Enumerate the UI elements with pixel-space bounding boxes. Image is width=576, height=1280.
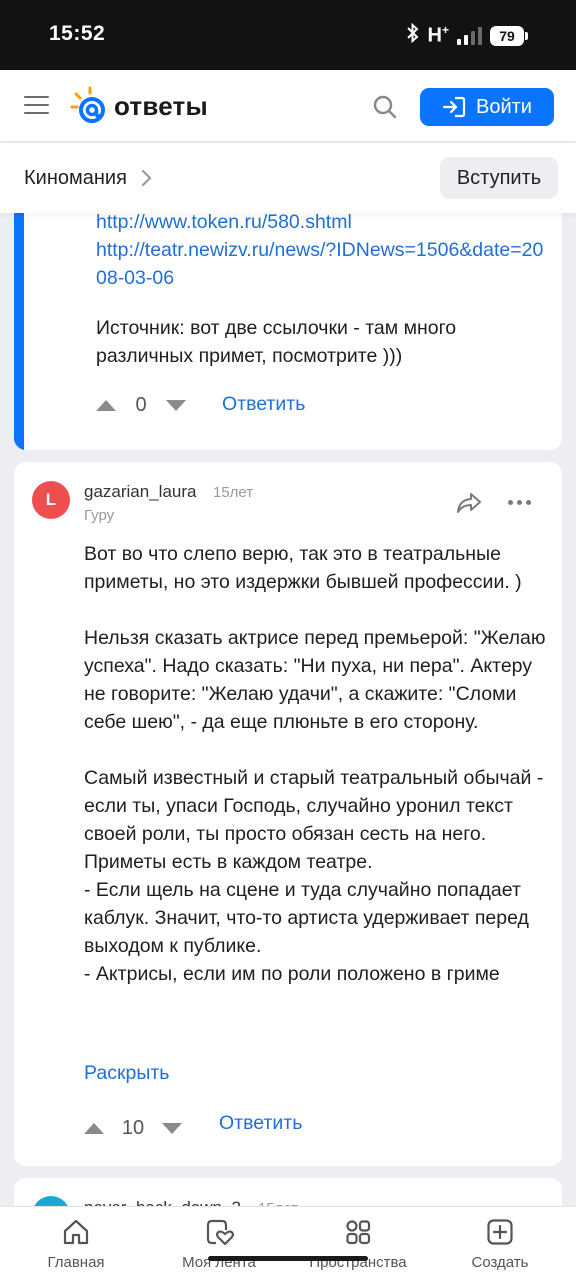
vote-widget: 0 bbox=[96, 394, 186, 417]
expand-button[interactable]: Раскрыть bbox=[84, 1062, 169, 1085]
search-icon[interactable] bbox=[372, 94, 398, 120]
nav-home-label: Главная bbox=[47, 1254, 105, 1271]
chevron-right-icon[interactable] bbox=[140, 169, 152, 193]
more-options-icon[interactable] bbox=[508, 500, 531, 505]
home-indicator[interactable] bbox=[208, 1256, 368, 1261]
bluetooth-icon bbox=[406, 22, 420, 48]
spaces-icon bbox=[346, 1220, 371, 1245]
join-button[interactable]: Вступить bbox=[440, 157, 558, 199]
community-name[interactable]: Киномания bbox=[24, 167, 127, 190]
downvote-icon[interactable] bbox=[162, 1123, 182, 1134]
source-link-1[interactable]: http://www.token.ru/580.shtml bbox=[96, 211, 352, 233]
answer-paragraph: Вот во что слепо верю, так это в театрал… bbox=[84, 543, 522, 593]
vote-count: 0 bbox=[135, 394, 147, 416]
create-icon bbox=[487, 1219, 513, 1245]
nav-create[interactable]: Создать bbox=[440, 1217, 560, 1271]
share-icon[interactable] bbox=[456, 492, 482, 514]
nav-home[interactable]: Главная bbox=[16, 1217, 136, 1271]
network-type: H+ bbox=[427, 23, 449, 47]
home-icon bbox=[63, 1219, 89, 1245]
reply-button[interactable]: Ответить bbox=[219, 1112, 302, 1135]
logo-icon bbox=[70, 86, 105, 123]
username[interactable]: gazarian_laura bbox=[84, 482, 196, 502]
nav-create-label: Создать bbox=[471, 1254, 529, 1271]
upvote-icon[interactable] bbox=[96, 400, 116, 411]
answer-text: Вот во что слепо верю, так это в театрал… bbox=[84, 540, 546, 1060]
answer-paragraph: Самый известный и старый театральный обы… bbox=[84, 767, 544, 985]
status-time: 15:52 bbox=[49, 22, 106, 45]
vote-widget: 10 bbox=[84, 1117, 182, 1140]
text-fade bbox=[84, 990, 546, 1060]
nav-spaces[interactable]: Пространства bbox=[298, 1217, 418, 1271]
bottom-nav: Главная Моя лента Пространства Создать bbox=[0, 1206, 576, 1280]
battery-level: 79 bbox=[490, 25, 524, 46]
upvote-icon[interactable] bbox=[84, 1123, 104, 1134]
login-button[interactable]: Войти bbox=[420, 88, 554, 126]
source-link-2[interactable]: http://teatr.newizv.ru/news/?IDNews=1506… bbox=[96, 239, 543, 289]
nav-feed[interactable]: Моя лента bbox=[159, 1217, 279, 1271]
logo[interactable]: ответы bbox=[66, 84, 208, 128]
user-rank: Гуру bbox=[84, 507, 115, 524]
reply-button[interactable]: Ответить bbox=[222, 393, 305, 416]
menu-icon[interactable] bbox=[24, 96, 49, 116]
status-bar: 15:52 H+ 79 bbox=[0, 0, 576, 70]
login-label: Войти bbox=[476, 95, 532, 118]
account-age: 15лет bbox=[213, 484, 254, 501]
answer-paragraph: Нельзя сказать актрисе перед премьерой: … bbox=[84, 627, 546, 733]
source-links[interactable]: http://www.token.ru/580.shtml http://tea… bbox=[96, 208, 546, 292]
answer-source: Источник: вот две ссылочки - там много р… bbox=[96, 317, 457, 367]
logo-text: ответы bbox=[114, 90, 208, 121]
avatar[interactable]: L bbox=[32, 481, 70, 519]
downvote-icon[interactable] bbox=[166, 400, 186, 411]
signal-icon bbox=[457, 26, 482, 45]
answer-card: L gazarian_laura 15лет Гуру Вот во что с… bbox=[14, 462, 562, 1166]
battery-icon: 79 bbox=[490, 25, 528, 46]
feed-icon bbox=[206, 1219, 234, 1246]
status-icons: H+ 79 bbox=[406, 22, 528, 48]
login-icon bbox=[442, 96, 466, 118]
app-header: ответы Войти bbox=[0, 70, 576, 142]
community-bar: Киномания Вступить bbox=[0, 143, 576, 213]
vote-count: 10 bbox=[121, 1117, 145, 1139]
